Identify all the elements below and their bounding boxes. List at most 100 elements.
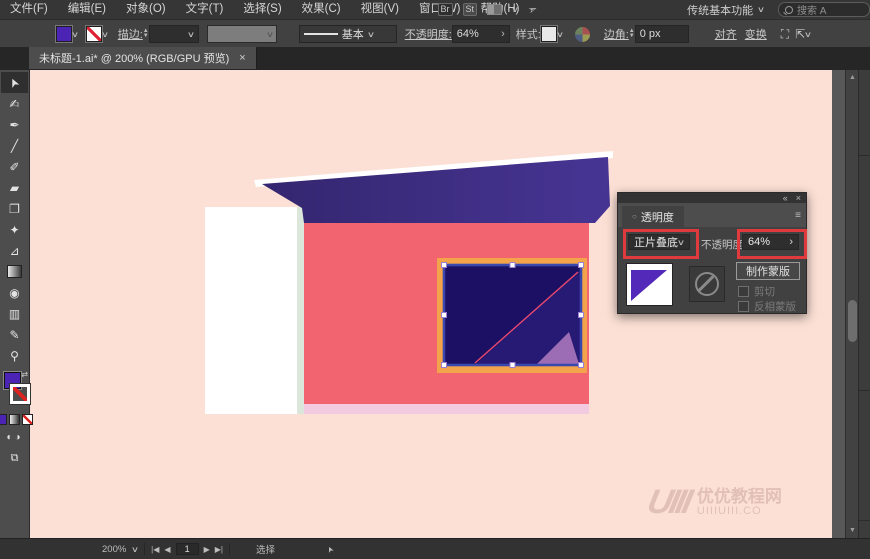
building-column[interactable] [205, 207, 297, 414]
bridge-icon[interactable]: Br [437, 3, 453, 16]
transparency-tab-label: 透明度 [640, 211, 674, 224]
arrange-documents-icon[interactable] [487, 4, 503, 15]
zoom-level[interactable]: 200% [102, 544, 126, 555]
panel-dock[interactable] [858, 48, 870, 550]
scrollbar-thumb[interactable] [848, 300, 857, 342]
chevron-down-icon[interactable]: ∨ [131, 545, 139, 554]
invert-mask-checkbox[interactable] [738, 301, 749, 312]
menu-edit[interactable]: 编辑(E) [58, 0, 116, 19]
pasteboard [832, 70, 845, 538]
paintbrush-tool[interactable]: ✐ [1, 156, 28, 177]
menu-effect[interactable]: 效果(C) [292, 0, 351, 19]
selection-tool-icon: ➤ [6, 74, 23, 91]
transform-link[interactable]: 变换 [745, 26, 767, 42]
search-input[interactable]: 搜索 A [778, 2, 870, 17]
column-graph-tool[interactable]: ▥ [1, 303, 28, 324]
menu-view[interactable]: 视图(V) [351, 0, 409, 19]
fill-stroke-indicator[interactable]: ⇄ [1, 370, 30, 412]
prev-artboard-icon[interactable]: ◀ [164, 545, 170, 554]
object-thumbnail[interactable] [626, 263, 673, 306]
screen-mode-icon: ⧉ [10, 452, 19, 464]
clip-label: 剪切 [754, 286, 775, 298]
menu-object[interactable]: 对象(O) [116, 0, 176, 19]
puppet-warp-tool[interactable]: ✦ [1, 219, 28, 240]
workspace-switcher[interactable]: 传统基本功能 ∨ [687, 2, 768, 18]
next-artboard-icon[interactable]: ▶ [204, 545, 210, 554]
document-title: 未标题-1.ai* @ 200% (RGB/GPU 预览) [39, 53, 230, 65]
last-artboard-icon[interactable]: ▶| [215, 545, 223, 554]
swap-fill-stroke-icon[interactable]: ⇄ [21, 370, 28, 379]
document-tab[interactable]: 未标题-1.ai* @ 200% (RGB/GPU 预览) × [29, 47, 257, 69]
fill-color-swatch[interactable] [56, 26, 72, 42]
variable-width-profile-dropdown[interactable]: ∨ [206, 25, 277, 43]
stock-icon[interactable]: St [462, 3, 478, 16]
gradient-button[interactable] [9, 414, 20, 425]
color-button[interactable] [0, 414, 7, 425]
column-graph-tool-icon: ▥ [8, 306, 21, 321]
pen-tool[interactable]: ✒ [1, 114, 28, 135]
eraser-tool[interactable]: ▰ [1, 177, 28, 198]
first-artboard-icon[interactable]: |◀ [151, 545, 159, 554]
no-mask-icon [695, 272, 719, 296]
stroke-color-swatch[interactable] [85, 26, 102, 42]
curvature-tool[interactable]: ✍ [1, 93, 28, 114]
blend-mode-highlight-box [623, 229, 699, 259]
chevron-down-icon[interactable]: ∨ [804, 30, 812, 39]
close-tab-icon[interactable]: × [239, 52, 245, 64]
screen-mode-button[interactable]: ⧉ [1, 448, 28, 469]
scale-tool[interactable]: ❐ [1, 198, 28, 219]
line-segment-tool[interactable]: ╱ [1, 135, 28, 156]
vertical-scrollbar[interactable]: ▲ ▼ [845, 70, 859, 538]
chevron-down-icon[interactable]: ∨ [101, 30, 109, 39]
clip-checkbox[interactable] [738, 286, 749, 297]
corner-label[interactable]: 边角: [604, 26, 629, 42]
menu-file[interactable]: 文件(F) [0, 0, 58, 19]
pencil-tool[interactable]: ✎ [1, 324, 28, 345]
opacity-field[interactable]: 64% › [451, 25, 510, 43]
align-link[interactable]: 对齐 [715, 26, 737, 42]
chevron-down-icon[interactable]: ∨ [511, 5, 519, 14]
transparency-panel: « × ○ 透明度 ≡ 正片叠底 ∨ 不透明度 : 64% › 制作蒙版 剪切 … [617, 192, 807, 314]
menu-select[interactable]: 选择(S) [233, 0, 291, 19]
brush-definition-dropdown[interactable]: 基本 ∨ [298, 25, 397, 43]
style-swatch[interactable] [540, 26, 557, 42]
make-mask-button[interactable]: 制作蒙版 [736, 262, 800, 280]
draw-normal-icon: ◐◑ [6, 432, 23, 443]
panel-dot-icon: ○ [632, 212, 637, 221]
opacity-label[interactable]: 不透明度: [405, 26, 452, 42]
menu-bar: 文件(F) 编辑(E) 对象(O) 文字(T) 选择(S) 效果(C) 视图(V… [0, 0, 870, 19]
zoom-tool[interactable]: ⚲ [1, 345, 28, 366]
symbol-sprayer-tool-icon: ◉ [9, 285, 20, 300]
panel-menu-icon[interactable]: ≡ [795, 210, 801, 221]
chevron-down-icon[interactable]: ∨ [556, 30, 564, 39]
recolor-artwork-icon[interactable] [574, 26, 590, 42]
stroke-weight-label[interactable]: 描边: [118, 26, 143, 42]
gradient-tool[interactable] [1, 261, 28, 282]
chevron-down-icon: ∨ [756, 5, 766, 14]
stroke-weight-field[interactable]: ∨ [148, 25, 199, 43]
menu-type[interactable]: 文字(T) [176, 0, 234, 19]
transparency-tab[interactable]: ○ 透明度 [622, 206, 684, 227]
invert-mask-checkbox-row: 反相蒙版 [738, 299, 796, 314]
collapse-panel-icon[interactable]: « [783, 193, 788, 203]
artboard-navigation: |◀ ◀ 1 ▶ ▶| [151, 543, 223, 555]
isolate-selection-icon[interactable]: ⛶ [781, 27, 789, 42]
building-base-strip[interactable] [304, 404, 589, 414]
chevron-down-icon[interactable]: ∨ [71, 30, 79, 39]
thumbnail-shape [631, 270, 667, 301]
symbol-sprayer-tool[interactable]: ◉ [1, 282, 28, 303]
panel-group-bar: « × [618, 193, 806, 203]
selection-tool[interactable]: ➤ [1, 72, 28, 93]
invert-mask-label: 反相蒙版 [754, 301, 796, 313]
mask-thumbnail-placeholder[interactable] [689, 266, 725, 302]
perspective-grid-tool[interactable]: ⊿ [1, 240, 28, 261]
stroke-proxy[interactable] [10, 384, 30, 404]
drawing-modes-button[interactable]: ◐◑ [1, 427, 28, 448]
control-bar: ∨ ∨ 描边: ▲ ▼ ∨ ∨ 基本 ∨ 不透明度: 64% › 样式: ∨ 边角… [0, 19, 870, 48]
close-panel-icon[interactable]: × [796, 193, 801, 203]
corner-field[interactable]: 0 px [634, 25, 689, 43]
share-icon[interactable]: ➣ [526, 2, 539, 17]
current-tool-label: 选择 [255, 545, 275, 556]
artboard-number-field[interactable]: 1 [175, 543, 199, 555]
none-button[interactable] [22, 414, 33, 425]
